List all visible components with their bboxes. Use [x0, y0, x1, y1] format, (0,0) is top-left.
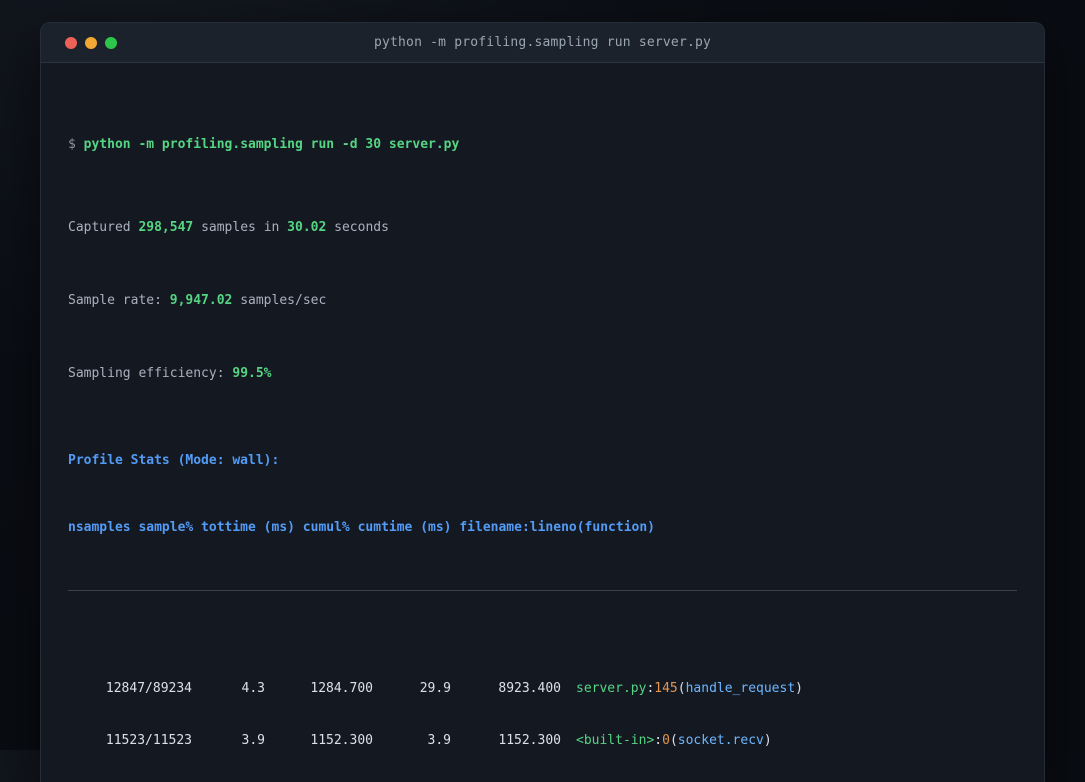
- close-button[interactable]: [65, 36, 77, 49]
- command-text: python -m profiling.sampling run -d 30 s…: [83, 137, 460, 152]
- terminal-window: python -m profiling.sampling run server.…: [40, 22, 1045, 782]
- rate-unit-label: samples/sec: [232, 293, 327, 308]
- traffic-lights: [65, 23, 117, 62]
- efficiency-line: Sampling efficiency: 99.5%: [68, 365, 1017, 383]
- window-title: python -m profiling.sampling run server.…: [373, 35, 712, 50]
- prompt-line: $ python -m profiling.sampling run -d 30…: [68, 136, 1017, 154]
- table-columns-header: nsamples sample% tottime (ms) cumul% cum…: [68, 520, 655, 535]
- profile-stats-heading: Profile Stats (Mode: wall):: [68, 453, 280, 468]
- efficiency-label: Sampling efficiency:: [68, 366, 233, 381]
- minimize-button[interactable]: [85, 36, 97, 49]
- captured-samples-value: 298,547: [138, 220, 194, 235]
- table-row: 11523/11523 3.9 1152.300 3.9 1152.300 <built-…: [68, 730, 1017, 752]
- terminal-output: $ python -m profiling.sampling run -d 30…: [41, 63, 1044, 782]
- location-cell: <built-in>:0(socket.recv): [576, 733, 772, 748]
- titlebar: python -m profiling.sampling run server.…: [41, 23, 1044, 63]
- captured-line: Captured 298,547 samples in 30.02 second…: [68, 219, 1017, 237]
- stats-table: 12847/89234 4.3 1284.700 29.9 8923.400 server…: [68, 648, 1017, 782]
- captured-seconds-value: 30.02: [287, 220, 327, 235]
- location-cell: server.py:145(handle_request): [576, 681, 803, 696]
- captured-post-label: seconds: [326, 220, 389, 235]
- captured-mid-label: samples in: [193, 220, 288, 235]
- sample-rate-line: Sample rate: 9,947.02 samples/sec: [68, 292, 1017, 310]
- captured-label: Captured: [68, 220, 139, 235]
- table-divider: [68, 590, 1017, 591]
- table-row: 12847/89234 4.3 1284.700 29.9 8923.400 server…: [68, 678, 1017, 700]
- prompt-symbol: $: [68, 137, 84, 152]
- rate-value: 9,947.02: [169, 293, 233, 308]
- efficiency-value: 99.5%: [232, 366, 272, 381]
- zoom-button[interactable]: [105, 36, 117, 49]
- rate-label: Sample rate:: [68, 293, 170, 308]
